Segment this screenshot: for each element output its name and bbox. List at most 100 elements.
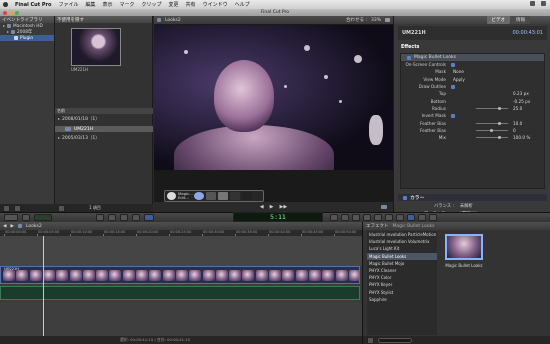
clip-thumbnail[interactable] [71,28,121,66]
effects-category-item[interactable]: Luca's Light Kit [367,245,437,252]
overwrite-clip-button[interactable] [132,214,140,221]
timeline-empty-track[interactable] [0,302,362,336]
color-section-header[interactable]: カラー [398,194,547,201]
effect-param-value[interactable]: 10.0 [513,121,522,126]
apple-menu-icon[interactable] [3,2,8,7]
timeline-track-area[interactable] [0,236,362,266]
status-icon[interactable] [530,1,535,6]
menu-modify[interactable]: 変更 [169,1,179,8]
insert-clip-button[interactable] [108,214,116,221]
sort-header[interactable]: 名前 [55,108,153,114]
effect-header[interactable]: Magic Bullet Looks [401,54,544,61]
effects-category-item[interactable]: PHYX Keyer [367,281,437,288]
menu-window[interactable]: ウインドウ [203,1,228,8]
timeline-audio-clip[interactable] [0,286,360,300]
effect-enable-checkbox[interactable] [407,55,411,60]
effects-category-item[interactable]: Idustrial revolution ParticleMotion [367,231,437,238]
menu-share[interactable]: 共有 [186,1,196,8]
video-frame[interactable] [154,25,393,170]
effects-section-header[interactable]: Effects [398,44,547,51]
effects-button[interactable] [407,214,415,221]
transitions-button[interactable] [418,214,426,221]
disclosure-icon[interactable] [58,118,60,120]
effect-param-checkbox[interactable] [451,62,455,67]
disclosure-icon[interactable] [3,25,5,27]
photos-button[interactable] [363,214,371,221]
timecode-display[interactable]: 5:11 [233,212,323,222]
hud-preset[interactable] [242,192,252,200]
import-button[interactable] [4,214,18,221]
play-icon[interactable]: ▶ [270,204,274,210]
slider-knob[interactable] [498,136,501,140]
hud-edit-button[interactable]: Edit... [178,195,189,200]
prev-frame-icon[interactable]: ◀ [260,204,264,210]
generators-button[interactable] [385,214,393,221]
minimize-window-button[interactable] [9,10,13,15]
timeline-video-clip[interactable]: UM221H [0,266,360,284]
effects-category-item[interactable]: Magic Bullet Mojo [367,260,437,267]
themes-button[interactable] [396,214,404,221]
effect-thumbnail[interactable] [445,234,483,260]
effects-search-input[interactable] [378,337,412,343]
library-options-button[interactable] [14,204,21,212]
tab-info[interactable]: 情報 [511,16,530,24]
slider-knob[interactable] [498,121,501,125]
menu-mark[interactable]: マーク [120,1,135,8]
slider-knob[interactable] [498,107,501,111]
append-clip-button[interactable] [120,214,128,221]
close-window-button[interactable] [3,10,7,15]
enhance-button[interactable] [330,214,338,221]
library-toggle-button[interactable] [3,204,10,212]
music-button[interactable] [352,214,360,221]
playhead[interactable] [43,236,44,344]
effects-category-item[interactable]: Magic Bullet Looks [367,252,437,260]
disclosure-icon[interactable] [58,137,60,139]
effects-category-item[interactable]: PHYX Color [367,274,437,281]
inspector-button[interactable] [341,214,349,221]
hud-preset[interactable] [230,192,240,200]
hud-preset[interactable] [206,192,216,200]
clip-list-row[interactable]: UM221H [55,126,153,132]
view-options-icon[interactable] [385,18,390,22]
effect-param-slider[interactable] [476,121,508,125]
slider-knob[interactable] [490,128,493,132]
titles-button[interactable] [374,214,382,221]
effect-param-value[interactable]: -0.25 px [513,99,530,104]
tab-video[interactable]: ビデオ [486,16,510,24]
date-group-row[interactable]: 2005/03/13（1） [55,135,153,141]
menu-edit[interactable]: 編集 [85,1,95,8]
effects-category-item[interactable]: Sapphire [367,296,437,303]
effects-sidebar-toggle[interactable] [367,336,374,344]
audio-meter-button[interactable] [34,214,52,221]
date-group-row[interactable]: 2008/01/18（1） [55,116,153,122]
menu-file[interactable]: ファイル [58,1,78,8]
effects-category-item[interactable]: PHYX Stylist [367,289,437,296]
keyword-button[interactable] [22,214,30,221]
menu-view[interactable]: 表示 [102,1,112,8]
select-tool-button[interactable] [144,214,154,221]
zoom-window-button[interactable] [15,10,19,15]
next-frame-icon[interactable]: ▶▶ [280,204,288,210]
spotlight-icon[interactable] [541,1,546,6]
menu-clip[interactable]: クリップ [142,1,162,8]
effect-param-value[interactable]: 25.0 [513,106,522,111]
balance-value[interactable]: 未解析 [460,203,473,209]
effect-param-value[interactable]: 0 [513,128,516,133]
forward-icon[interactable]: ▶ [10,224,13,229]
effect-param-checkbox[interactable] [451,113,455,118]
effect-param-value[interactable]: None [453,69,464,74]
hud-preset[interactable] [218,192,228,200]
disclosure-icon[interactable] [7,31,9,33]
fullscreen-icon[interactable] [381,205,387,209]
effect-param-value[interactable]: 100.0 % [513,135,530,140]
hide-rejected-label[interactable]: 不使用を隠す [57,17,84,23]
color-enable-checkbox[interactable] [403,195,407,200]
effect-param-value[interactable]: 0.23 px [513,91,529,96]
effect-param-slider[interactable] [476,136,508,140]
hud-preset[interactable] [194,192,204,200]
browser-view-button[interactable] [58,204,65,212]
back-icon[interactable]: ◀ [3,224,6,229]
effect-param-checkbox[interactable] [451,84,455,89]
menu-help[interactable]: ヘルプ [235,1,250,8]
share-button[interactable] [429,214,437,221]
